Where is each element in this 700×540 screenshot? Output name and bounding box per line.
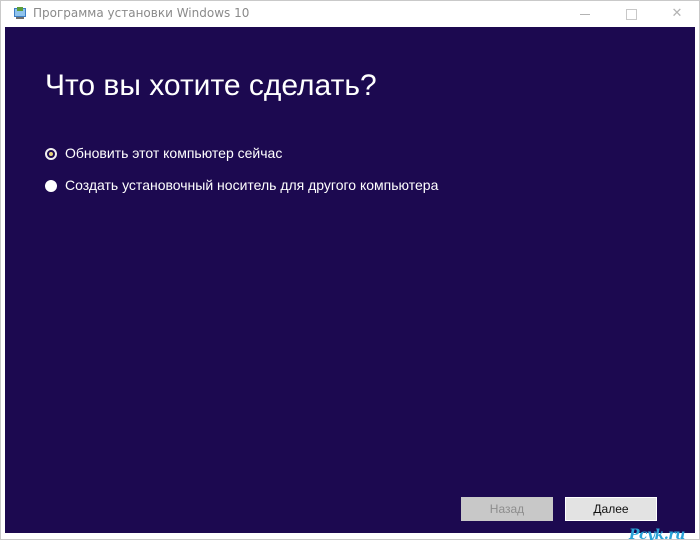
title-bar: Программа установки Windows 10 ✕ <box>1 1 699 27</box>
next-button[interactable]: Далее <box>565 497 657 521</box>
option-label: Обновить этот компьютер сейчас <box>65 145 283 161</box>
page-heading: Что вы хотите сделать? <box>45 69 377 102</box>
window-title: Программа установки Windows 10 <box>33 6 250 20</box>
setup-window: Программа установки Windows 10 ✕ Что вы … <box>0 0 700 540</box>
setup-app-icon <box>14 7 26 19</box>
radio-unselected-icon[interactable] <box>45 180 57 192</box>
back-button[interactable]: Назад <box>461 497 553 521</box>
minimize-icon <box>580 14 590 15</box>
maximize-icon <box>626 9 637 20</box>
minimize-button[interactable] <box>563 1 607 27</box>
watermark: Pcyk.ru <box>629 527 685 540</box>
option-label: Создать установочный носитель для другог… <box>65 177 439 193</box>
radio-selected-icon[interactable] <box>45 148 57 160</box>
setup-content: Что вы хотите сделать? Обновить этот ком… <box>5 27 695 540</box>
close-button[interactable]: ✕ <box>655 1 699 27</box>
maximize-button[interactable] <box>609 1 653 27</box>
close-icon: ✕ <box>671 6 683 21</box>
